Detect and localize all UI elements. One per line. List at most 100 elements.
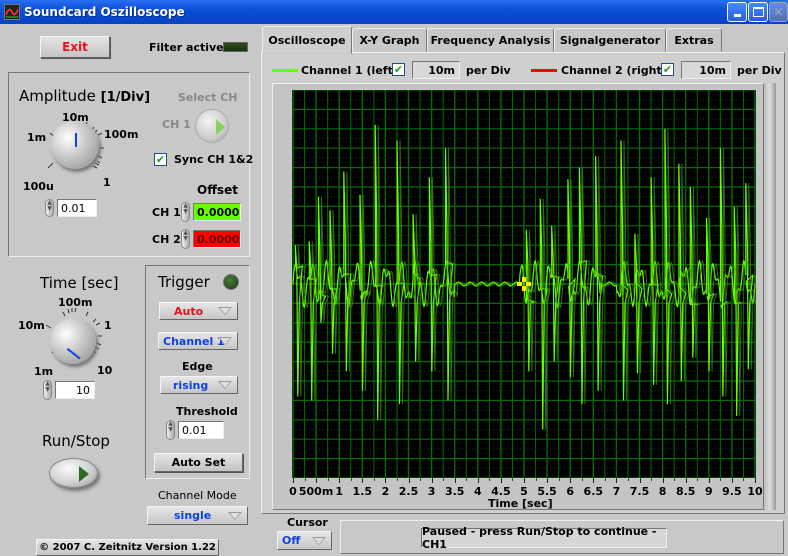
auto-set-button[interactable]: Auto Set (154, 453, 243, 472)
time-tick-1: 1 (104, 319, 112, 332)
ch1-color-swatch (272, 69, 298, 72)
x-minor-tick-mark (373, 478, 375, 481)
x-tick-label: 3 (427, 485, 436, 498)
x-tick-label: 4 (473, 485, 482, 498)
channel-mode-dropdown[interactable]: single (147, 506, 248, 525)
x-tick-label: 500m (298, 485, 334, 498)
x-minor-tick-mark (512, 478, 514, 481)
time-spinner[interactable]: ▲ ▼ (43, 380, 52, 400)
tab-signalgenerator[interactable]: Signalgenerator (554, 28, 666, 52)
x-tick-mark (385, 478, 387, 483)
time-input[interactable]: 10 (55, 381, 95, 399)
sync-label: Sync CH 1&2 (174, 153, 254, 166)
x-minor-tick-mark (558, 478, 560, 481)
amp-tick-10m: 10m (62, 111, 89, 124)
tab-oscilloscope[interactable]: Oscilloscope (262, 26, 352, 54)
x-tick-label: 8 (658, 485, 667, 498)
maximize-button[interactable] (748, 2, 768, 22)
x-minor-tick-mark (420, 478, 422, 481)
sync-checkbox[interactable]: ✔ (154, 153, 167, 166)
edge-label: Edge (182, 360, 213, 373)
x-tick-mark (362, 478, 364, 483)
trigger-mode-dropdown[interactable]: Auto (159, 302, 238, 320)
offset-title: Offset (197, 183, 238, 197)
x-tick-label: 7.5 (629, 485, 650, 498)
amplitude-knob[interactable] (51, 121, 99, 169)
oscilloscope-plot[interactable] (292, 90, 756, 478)
time-title: Time [sec] (40, 274, 119, 292)
cursor-marker-bottom (522, 286, 526, 291)
x-tick-mark (547, 478, 549, 483)
run-stop-label: Run/Stop (42, 432, 110, 450)
offset-ch1-input[interactable]: 0.0000 (193, 203, 241, 221)
run-stop-button[interactable] (49, 458, 98, 488)
x-tick-mark (593, 478, 595, 483)
exit-button[interactable]: Exit (40, 36, 110, 58)
graph-scrollbar[interactable] (764, 83, 776, 510)
x-minor-tick-mark (466, 478, 468, 481)
x-tick-label: 6 (566, 485, 575, 498)
x-tick-mark (293, 478, 294, 483)
ch1-per-div-unit: per Div (466, 64, 511, 77)
x-tick-label: 1 (335, 485, 344, 498)
offset-ch2-input[interactable]: 0.0000 (193, 230, 241, 248)
x-minor-tick-mark (489, 478, 491, 481)
offset-ch2-label: CH 2 (152, 233, 181, 246)
select-ch-button[interactable] (195, 109, 229, 143)
amp-tick-100u: 100u (23, 180, 54, 193)
x-tick-mark (431, 478, 433, 483)
x-minor-tick-mark (604, 478, 606, 481)
offset-ch1-label: CH 1 (152, 206, 181, 219)
amp-tick-100m: 100m (104, 128, 139, 141)
ch2-per-div-unit: per Div (737, 64, 782, 77)
tab-xy-graph[interactable]: X-Y Graph (352, 28, 427, 52)
trigger-edge-dropdown[interactable]: rising (160, 376, 238, 394)
ch2-label: Channel 2 (right) (561, 64, 667, 77)
x-minor-tick-mark (350, 478, 352, 481)
x-tick-label: 0 (289, 485, 297, 498)
threshold-label: Threshold (176, 405, 238, 418)
filter-led (223, 42, 248, 52)
x-tick-label: 7 (612, 485, 621, 498)
close-button[interactable]: ✕ (769, 2, 788, 22)
offset-ch2-spinner[interactable]: ▲ ▼ (181, 229, 190, 249)
x-minor-tick-mark (743, 478, 745, 481)
status-message: Paused - press Run/Stop to continue - CH… (421, 525, 667, 551)
chevron-down-icon (218, 381, 232, 389)
play-icon (79, 466, 89, 482)
trigger-source-dropdown[interactable]: Channel 1 (158, 332, 238, 350)
chevron-down-icon (228, 511, 242, 520)
ch1-label: Channel 1 (left) (301, 64, 398, 77)
ch1-per-div-input[interactable]: 10m (412, 61, 460, 79)
ch1-enable-checkbox[interactable]: ✔ (392, 63, 405, 76)
x-minor-tick-mark (651, 478, 653, 481)
ch2-enable-checkbox[interactable]: ✔ (661, 63, 674, 76)
minimize-button[interactable] (727, 2, 747, 22)
tab-extras[interactable]: Extras (666, 28, 722, 52)
tab-frequency-analysis[interactable]: Frequency Analysis (427, 28, 554, 52)
title-bar: Soundcard Oszilloscope (0, 0, 788, 24)
amp-tick-1m: 1m (27, 131, 47, 144)
x-tick-mark (685, 478, 687, 483)
x-minor-tick-mark (443, 478, 445, 481)
chevron-down-icon (218, 337, 232, 345)
threshold-spinner[interactable]: ▲ ▼ (166, 420, 175, 440)
x-tick-mark (570, 478, 572, 483)
amplitude-spinner[interactable]: ▲ ▼ (45, 199, 54, 217)
time-knob-pointer (66, 348, 81, 360)
cursor-label: Cursor (287, 516, 328, 529)
trigger-led (223, 274, 239, 290)
trigger-mode-value: Auto (174, 304, 204, 318)
cursor-dropdown[interactable]: Off (277, 531, 332, 550)
ch2-per-div-input[interactable]: 10m (681, 61, 731, 79)
amplitude-input[interactable]: 0.01 (57, 199, 97, 217)
threshold-input[interactable]: 0.01 (178, 421, 224, 439)
x-minor-tick-mark (720, 478, 722, 481)
cursor-marker-top (522, 277, 526, 282)
x-tick-label: 9.5 (722, 485, 742, 498)
time-knob[interactable] (50, 318, 96, 364)
x-tick-mark (524, 478, 525, 483)
x-tick-label: 9 (704, 485, 713, 498)
offset-ch1-spinner[interactable]: ▲ ▼ (181, 202, 190, 222)
trigger-edge-value: rising (173, 378, 209, 392)
